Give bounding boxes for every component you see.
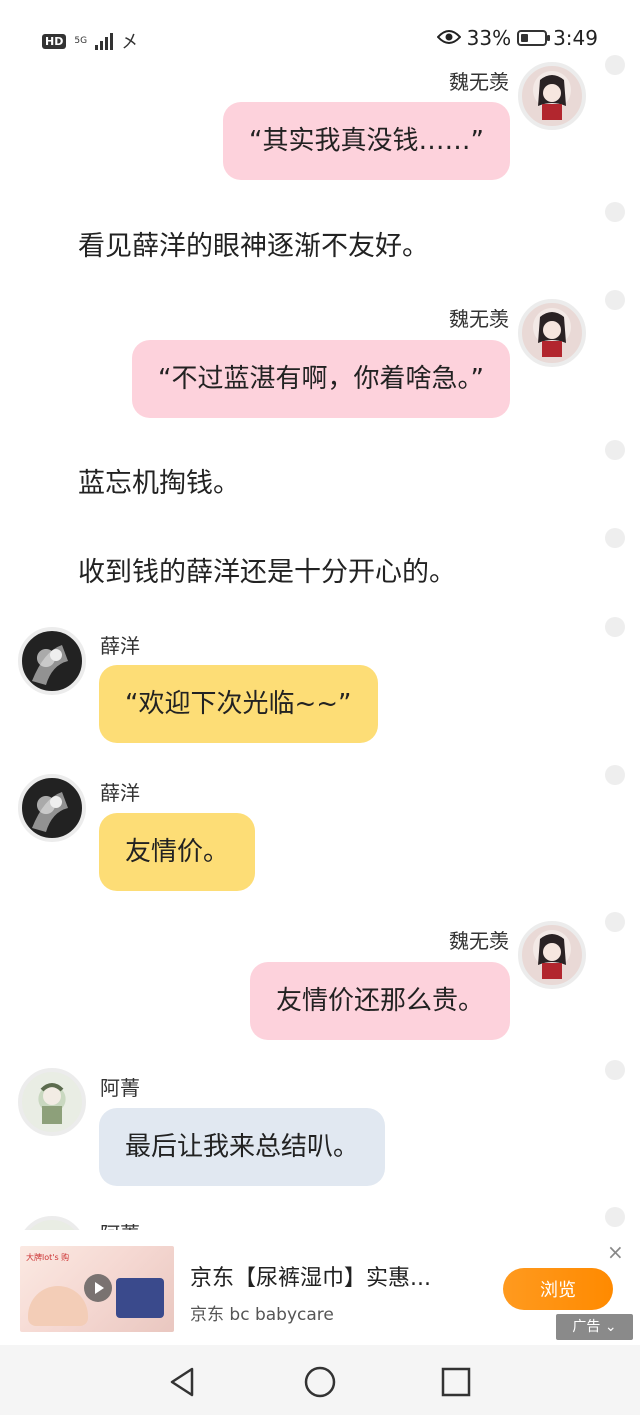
battery-percent: 33%	[466, 26, 512, 50]
message-bubble[interactable]: “其实我真没钱……”	[223, 102, 510, 180]
hd-icon: HD	[42, 33, 67, 49]
battery-icon	[517, 30, 551, 46]
narration-text: 蓝忘机掏钱。	[78, 468, 240, 499]
chat-area[interactable]: 魏无羡 “其实我真没钱……” 看见薛洋的眼神逐渐不友好。 魏无羡 “不过蓝湛有啊…	[0, 60, 640, 1230]
ad-browse-button[interactable]: 浏览	[503, 1268, 613, 1310]
network-type-label: 5G	[74, 35, 88, 46]
ad-baby-image	[28, 1286, 88, 1326]
avatar-a-qing[interactable]	[18, 1216, 86, 1230]
speaker-name: 阿菁	[100, 1076, 140, 1100]
ad-subtitle: 京东 bc babycare	[190, 1305, 334, 1325]
ad-banner[interactable]: 大牌lot's 购 京东【尿裤湿巾】实惠... 京东 bc babycare 浏…	[0, 1232, 640, 1342]
close-icon[interactable]: ×	[607, 1242, 624, 1262]
speaker-name: 魏无羡	[449, 307, 509, 331]
clock: 3:49	[553, 26, 598, 50]
back-icon[interactable]	[166, 1365, 200, 1399]
avatar-a-qing[interactable]	[18, 1068, 86, 1136]
speaker-name: 薛洋	[100, 781, 140, 805]
avatar-wei-wuxian[interactable]	[518, 62, 586, 130]
speaker-name: 魏无羡	[449, 70, 509, 94]
play-icon[interactable]	[84, 1274, 112, 1302]
ad-label-text: 广告	[572, 1319, 601, 1335]
input-method-icon: 㐅	[121, 32, 140, 53]
navigation-bar	[0, 1345, 640, 1415]
message-bubble[interactable]: “不过蓝湛有啊，你着啥急。”	[132, 340, 510, 418]
avatar-xue-yang[interactable]	[18, 774, 86, 842]
message-bubble[interactable]: 友情价。	[99, 813, 256, 891]
signal-icon	[95, 32, 114, 50]
ad-thumbnail-text: 大牌lot's 购	[26, 1253, 70, 1262]
avatar-xue-yang[interactable]	[18, 627, 86, 695]
message-bubble[interactable]: 友情价还那么贵。	[249, 962, 510, 1040]
chevron-down-icon: ⌄	[604, 1319, 617, 1335]
narration-text: 看见薛洋的眼神逐渐不友好。	[78, 231, 429, 262]
message-bubble[interactable]: “欢迎下次光临~~”	[99, 665, 378, 743]
speaker-name: 阿菁	[100, 1218, 140, 1230]
ad-title[interactable]: 京东【尿裤湿巾】实惠...	[190, 1260, 431, 1292]
narration-text: 收到钱的薛洋还是十分开心的。	[78, 557, 456, 588]
avatar-wei-wuxian[interactable]	[518, 921, 586, 989]
eye-comfort-icon	[436, 26, 461, 50]
home-icon[interactable]	[303, 1365, 337, 1399]
avatar-wei-wuxian[interactable]	[518, 299, 586, 367]
speaker-name: 薛洋	[100, 634, 140, 658]
ad-product-image	[116, 1278, 164, 1318]
ad-label[interactable]: 广告 ⌄	[556, 1314, 633, 1340]
message-bubble[interactable]: 最后让我来总结叭。	[99, 1108, 386, 1186]
ad-thumbnail[interactable]: 大牌lot's 购	[20, 1246, 174, 1332]
speaker-name: 魏无羡	[449, 929, 509, 953]
recents-icon[interactable]	[439, 1365, 473, 1399]
